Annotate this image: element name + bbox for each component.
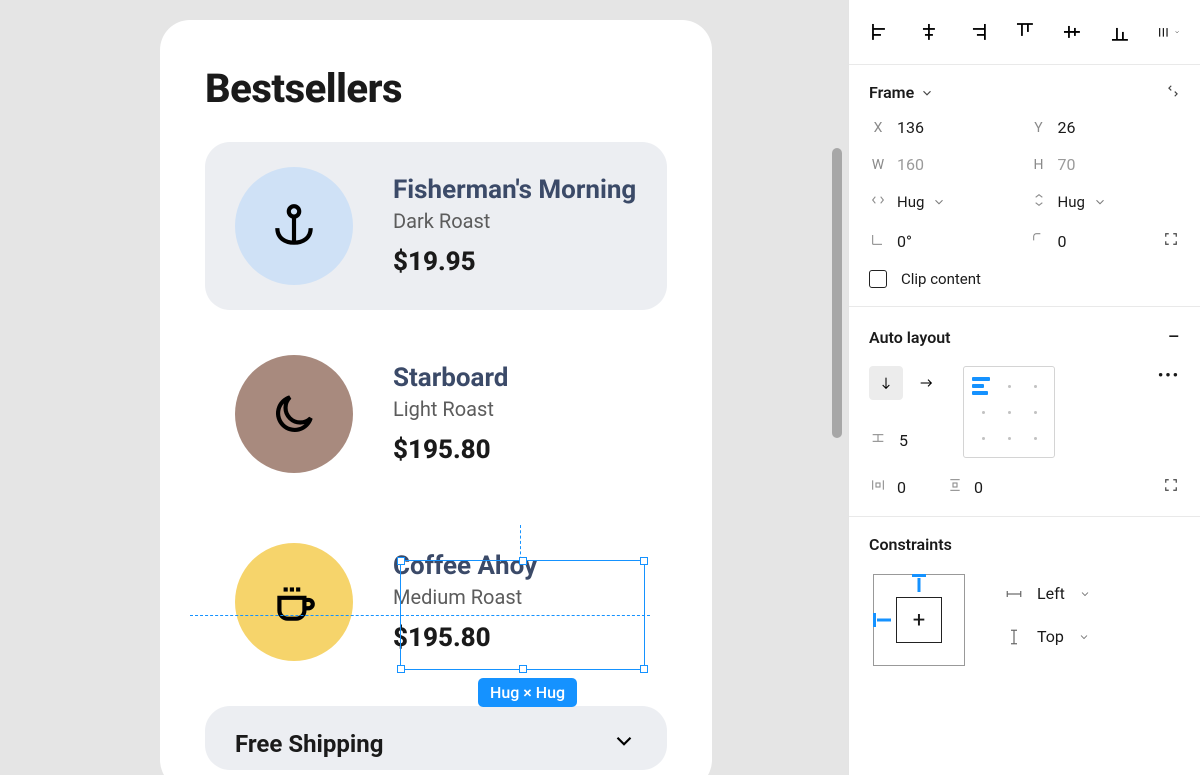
align-right-button[interactable] <box>965 22 989 42</box>
free-shipping-row[interactable]: Free Shipping <box>205 706 667 770</box>
y-field[interactable]: Y26 <box>1030 118 1181 137</box>
pad-v-icon <box>947 477 963 493</box>
product-price: $19.95 <box>393 247 636 277</box>
autolayout-title: Auto layout <box>869 328 951 347</box>
design-canvas[interactable]: Bestsellers Fisherman's Morning Dark Roa… <box>0 0 848 775</box>
alignment-guide-v <box>520 525 521 565</box>
constraints-box[interactable]: + <box>873 574 965 666</box>
product-card[interactable]: Starboard Light Roast $195.80 <box>205 330 667 498</box>
chevron-down-icon <box>611 728 637 760</box>
distribute-button[interactable] <box>1156 22 1180 42</box>
product-price: $195.80 <box>393 435 508 465</box>
gap-icon <box>870 430 886 446</box>
pad-h-field[interactable]: 0 <box>869 477 906 497</box>
artboard-bestsellers[interactable]: Bestsellers Fisherman's Morning Dark Roa… <box>160 20 712 775</box>
h-mode[interactable]: Hug <box>1030 192 1181 212</box>
frame-section: Frame X136 Y26 W160 H70 Hug Hug 0° 0 <box>849 65 1200 307</box>
align-hcenter-button[interactable] <box>917 22 941 42</box>
w-mode[interactable]: Hug <box>869 192 1020 212</box>
radius-field[interactable]: 0 <box>1030 230 1181 252</box>
hug-h-icon <box>870 192 886 208</box>
product-sub: Dark Roast <box>393 209 636 233</box>
constraints-section: Constraints + Left Top <box>849 517 1200 684</box>
rotation-field[interactable]: 0° <box>869 230 1020 252</box>
independent-padding-icon[interactable] <box>1162 476 1180 498</box>
alignment-toolbar <box>849 0 1200 65</box>
align-left-button[interactable] <box>869 22 893 42</box>
constraints-title: Constraints <box>869 535 952 554</box>
product-name: Coffee Ahoy <box>393 551 537 581</box>
checkbox-icon[interactable] <box>869 270 887 288</box>
product-name: Starboard <box>393 363 508 393</box>
alignment-box[interactable] <box>963 366 1055 458</box>
constraint-v-icon <box>1005 628 1023 646</box>
gap-field[interactable]: 5 <box>869 430 943 450</box>
chevron-down-icon <box>1078 628 1090 646</box>
scrollbar-thumb[interactable] <box>832 148 842 438</box>
product-sub: Medium Roast <box>393 585 537 609</box>
direction-vertical-button[interactable] <box>869 366 903 400</box>
chevron-down-icon <box>1093 195 1107 209</box>
autolayout-section: Auto layout − 5 ••• <box>849 307 1200 517</box>
frame-section-title[interactable]: Frame <box>869 83 934 102</box>
hug-v-icon <box>1031 192 1047 208</box>
constraint-v[interactable]: Top <box>1005 627 1091 646</box>
moon-icon <box>235 355 353 473</box>
product-price: $195.80 <box>393 623 537 653</box>
coffee-icon <box>235 543 353 661</box>
product-name: Fisherman's Morning <box>393 175 636 205</box>
alignment-guide-h <box>190 615 650 616</box>
collapse-icon[interactable] <box>1166 84 1180 102</box>
w-field[interactable]: W160 <box>869 155 1020 174</box>
chevron-down-icon <box>932 195 946 209</box>
align-bottom-button[interactable] <box>1108 22 1132 42</box>
x-field[interactable]: X136 <box>869 118 1020 137</box>
product-card[interactable]: Coffee Ahoy Medium Roast $195.80 <box>205 518 667 686</box>
corner-radius-icon <box>1031 231 1047 247</box>
angle-icon <box>870 231 886 247</box>
pad-h-icon <box>870 477 886 493</box>
page-title: Bestsellers <box>205 65 667 112</box>
chevron-down-icon <box>1079 585 1091 603</box>
clip-content-toggle[interactable]: Clip content <box>869 270 1180 288</box>
constraint-h[interactable]: Left <box>1005 584 1091 603</box>
free-shipping-label: Free Shipping <box>235 730 383 758</box>
remove-autolayout-button[interactable]: − <box>1167 325 1180 350</box>
more-options-button[interactable]: ••• <box>1075 366 1180 384</box>
anchor-icon <box>235 167 353 285</box>
properties-panel: Frame X136 Y26 W160 H70 Hug Hug 0° 0 <box>848 0 1200 775</box>
chevron-down-icon <box>920 86 934 100</box>
pad-v-field[interactable]: 0 <box>946 477 983 497</box>
h-field[interactable]: H70 <box>1030 155 1181 174</box>
constraint-h-icon <box>1005 585 1023 603</box>
product-sub: Light Roast <box>393 397 508 421</box>
direction-horizontal-button[interactable] <box>909 366 943 400</box>
align-vcenter-button[interactable] <box>1060 22 1084 42</box>
independent-corners-icon[interactable] <box>1162 230 1180 252</box>
product-card[interactable]: Fisherman's Morning Dark Roast $19.95 <box>205 142 667 310</box>
selection-size-badge: Hug × Hug <box>478 678 577 707</box>
align-top-button[interactable] <box>1013 22 1037 42</box>
